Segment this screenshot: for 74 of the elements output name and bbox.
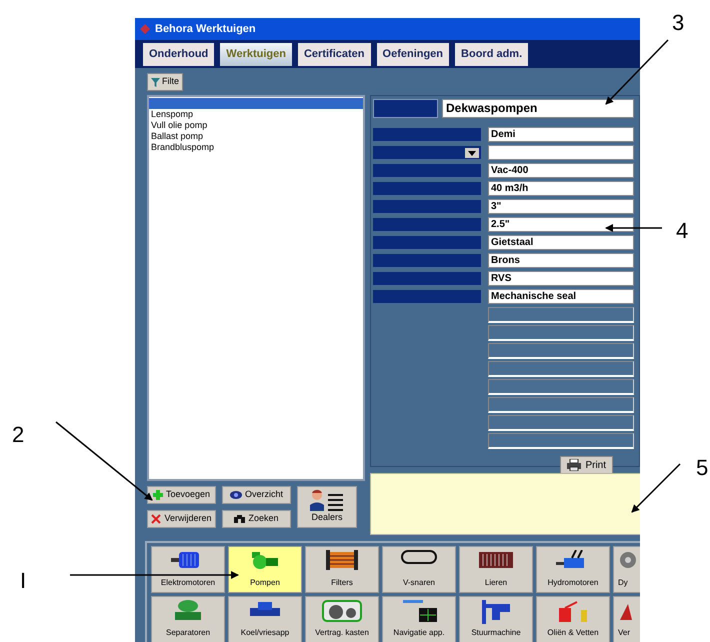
empty-field[interactable] — [488, 324, 634, 340]
action-button[interactable]: Toevoegen — [147, 486, 216, 504]
category-button[interactable]: Dy — [613, 546, 640, 593]
value-field[interactable]: Demi — [488, 127, 634, 142]
empty-field[interactable] — [488, 414, 634, 430]
eye-icon — [230, 491, 242, 499]
cross-icon — [151, 514, 162, 524]
list-item[interactable]: Vull olie pomp — [149, 120, 363, 131]
empty-field[interactable] — [488, 306, 634, 322]
printer-icon — [567, 459, 582, 471]
empty-field[interactable] — [488, 432, 634, 448]
compressor-icon — [248, 600, 282, 618]
filter-label: Filte — [162, 75, 180, 88]
annotation-label: I — [20, 567, 26, 595]
app-icon — [139, 23, 151, 35]
dealers-button[interactable]: Dealers — [297, 486, 357, 528]
annotation-arrow — [631, 463, 681, 513]
person-list-icon — [310, 489, 344, 512]
list-item[interactable]: Brandbluspomp — [149, 142, 363, 153]
annotation-label: 4 — [676, 217, 688, 245]
category-button[interactable]: Ver — [613, 596, 640, 642]
list-item[interactable]: Lenspomp — [149, 109, 363, 120]
category-button[interactable]: Stuurmachine — [459, 596, 533, 642]
filter-button[interactable]: Filte — [147, 73, 184, 91]
action-button[interactable]: Zoeken — [222, 510, 291, 528]
annotation-label: 5 — [696, 454, 708, 482]
category-button[interactable]: Navigatie app. — [382, 596, 456, 642]
pump-icon — [250, 550, 280, 570]
value-field[interactable]: RVS — [488, 271, 634, 286]
filter-icon — [151, 78, 160, 86]
value-field[interactable]: Mechanische seal — [488, 289, 634, 304]
empty-field[interactable] — [488, 342, 634, 358]
window-title: Behora Werktuigen — [155, 22, 256, 37]
gears-icon — [322, 600, 362, 622]
winch-icon — [479, 550, 513, 570]
empty-field[interactable] — [488, 378, 634, 394]
name-field[interactable]: Dekwaspompen — [442, 99, 634, 118]
action-button[interactable]: Verwijderen — [147, 510, 216, 528]
value-field[interactable]: Vac-400 — [488, 163, 634, 178]
dropdown-arrow-icon[interactable] — [465, 148, 479, 158]
category-button[interactable]: Oliën & Vetten — [536, 596, 610, 642]
value-field[interactable]: Brons — [488, 253, 634, 268]
empty-field[interactable] — [488, 360, 634, 376]
category-button[interactable]: V-snaren — [382, 546, 456, 593]
dealers-label: Dealers — [311, 511, 342, 524]
plus-icon — [152, 490, 163, 500]
print-label: Print — [585, 458, 606, 472]
action-button[interactable]: Overzicht — [222, 486, 291, 504]
annotation-label: 3 — [672, 9, 684, 37]
value-field[interactable]: 40 m3/h — [488, 181, 634, 196]
category-button[interactable]: Separatoren — [151, 596, 225, 642]
annotation-arrow — [605, 39, 669, 105]
category-button[interactable]: Filters — [305, 546, 379, 593]
category-button[interactable]: Elektromotoren — [151, 546, 225, 593]
annotation-arrow — [605, 224, 662, 232]
annotation-label: 2 — [12, 421, 24, 449]
notes-field[interactable] — [370, 473, 640, 535]
value-field[interactable]: 2.5" — [488, 217, 634, 232]
gear-icon — [618, 550, 638, 570]
value-field[interactable] — [488, 145, 634, 160]
empty-field[interactable] — [488, 396, 634, 412]
category-button[interactable]: Hydromotoren — [536, 546, 610, 593]
print-button[interactable]: Print — [560, 456, 613, 474]
value-field[interactable]: Gietstaal — [488, 235, 634, 250]
value-field[interactable]: 3" — [488, 199, 634, 214]
binoculars-icon — [234, 515, 246, 523]
belt-icon — [401, 550, 437, 564]
list-item[interactable]: Ballast pomp — [149, 131, 363, 142]
category-button[interactable]: Pompen — [228, 546, 302, 593]
label-background — [373, 99, 438, 118]
filter-element-icon — [326, 550, 358, 570]
category-button[interactable]: Vertrag. kasten — [305, 596, 379, 642]
category-button[interactable]: Lieren — [459, 546, 533, 593]
category-button[interactable]: Koel/vriesapp — [228, 596, 302, 642]
